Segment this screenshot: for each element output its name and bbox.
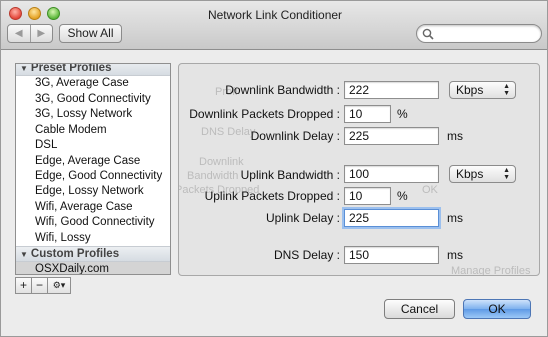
popup-arrows-icon: ▲ ▼ (503, 167, 510, 181)
title-bar: Network Link Conditioner ◀ ▶ Show All (1, 1, 547, 50)
preferences-window: Network Link Conditioner ◀ ▶ Show All ▼ P… (0, 0, 548, 337)
ok-button[interactable]: OK (463, 299, 531, 319)
downlink-bandwidth-input[interactable] (344, 81, 439, 99)
downlink-bandwidth-label: Downlink Bandwidth : (225, 83, 340, 97)
background-ghost-text: OK (422, 184, 438, 196)
background-ghost-text: Manage Profiles (451, 265, 531, 276)
downlink-packets-dropped-label: Downlink Packets Dropped : (189, 107, 340, 121)
profile-item[interactable]: 3G, Lossy Network (16, 107, 170, 122)
ms-unit: ms (447, 211, 463, 225)
profile-item[interactable]: Edge, Average Case (16, 154, 170, 169)
profiles-list: ▼ Preset Profiles 3G, Average Case 3G, Go… (15, 63, 171, 275)
dns-delay-label: DNS Delay : (273, 248, 340, 262)
remove-profile-button[interactable]: − (31, 277, 48, 294)
profile-item[interactable]: Wifi, Lossy (16, 231, 170, 246)
uplink-delay-label: Uplink Delay : (265, 211, 340, 225)
uplink-delay-input[interactable] (344, 209, 439, 227)
profile-settings-panel: Profi DNS Delay Downlink Bandwidth Packe… (178, 63, 540, 276)
uplink-bandwidth-input[interactable] (344, 165, 439, 183)
window-title: Network Link Conditioner (207, 8, 343, 22)
custom-profiles-header[interactable]: ▼ Custom Profiles (16, 246, 170, 262)
disclosure-triangle-icon: ▼ (20, 64, 28, 73)
background-ghost-text: DNS Delay (201, 126, 256, 138)
ms-unit: ms (447, 129, 463, 143)
background-ghost-text: Downlink (199, 156, 244, 168)
uplink-bandwidth-unit-popup[interactable]: Kbps ▲ ▼ (449, 165, 516, 183)
background-ghost-text: Bandwidth (187, 170, 239, 182)
profile-item[interactable]: Wifi, Average Case (16, 200, 170, 215)
add-profile-button[interactable]: + (15, 277, 32, 294)
ms-unit: ms (447, 248, 463, 262)
downlink-delay-input[interactable] (344, 127, 439, 145)
profile-item[interactable]: Edge, Lossy Network (16, 184, 170, 199)
profile-item[interactable]: Wifi, Good Connectivity (16, 215, 170, 230)
uplink-packets-dropped-input[interactable] (344, 187, 391, 205)
preset-profiles-header[interactable]: ▼ Preset Profiles (16, 64, 170, 76)
cancel-button[interactable]: Cancel (384, 299, 455, 319)
search-icon (422, 28, 434, 40)
action-menu-button[interactable]: ⚙▾ (47, 277, 71, 294)
search-field[interactable] (416, 24, 542, 43)
downlink-bandwidth-unit-popup[interactable]: Kbps ▲ ▼ (449, 81, 516, 99)
popup-arrows-icon: ▲ ▼ (503, 83, 510, 97)
downlink-delay-label: Downlink Delay : (250, 129, 340, 143)
profile-item-selected[interactable]: OSXDaily.com (16, 262, 170, 274)
profile-item[interactable]: DSL (16, 138, 170, 153)
percent-unit: % (397, 189, 408, 203)
profile-item[interactable]: Cable Modem (16, 123, 170, 138)
downlink-packets-dropped-input[interactable] (344, 105, 391, 123)
uplink-bandwidth-label: Uplink Bandwidth : (240, 168, 340, 182)
profile-item[interactable]: 3G, Average Case (16, 76, 170, 91)
back-button[interactable]: ◀ (8, 25, 30, 42)
back-arrow-icon: ◀ (14, 28, 23, 39)
percent-unit: % (397, 107, 408, 121)
list-tools: + − ⚙▾ (15, 277, 71, 294)
forward-button[interactable]: ▶ (29, 25, 53, 42)
uplink-packets-dropped-label: Uplink Packets Dropped : (204, 189, 340, 203)
profile-item[interactable]: Edge, Good Connectivity (16, 169, 170, 184)
navigation-buttons: ◀ ▶ (7, 24, 53, 43)
profile-item[interactable]: 3G, Good Connectivity (16, 92, 170, 107)
disclosure-triangle-icon: ▼ (20, 250, 28, 259)
show-all-button[interactable]: Show All (59, 24, 122, 43)
forward-arrow-icon: ▶ (37, 28, 46, 39)
dns-delay-input[interactable] (344, 246, 439, 264)
